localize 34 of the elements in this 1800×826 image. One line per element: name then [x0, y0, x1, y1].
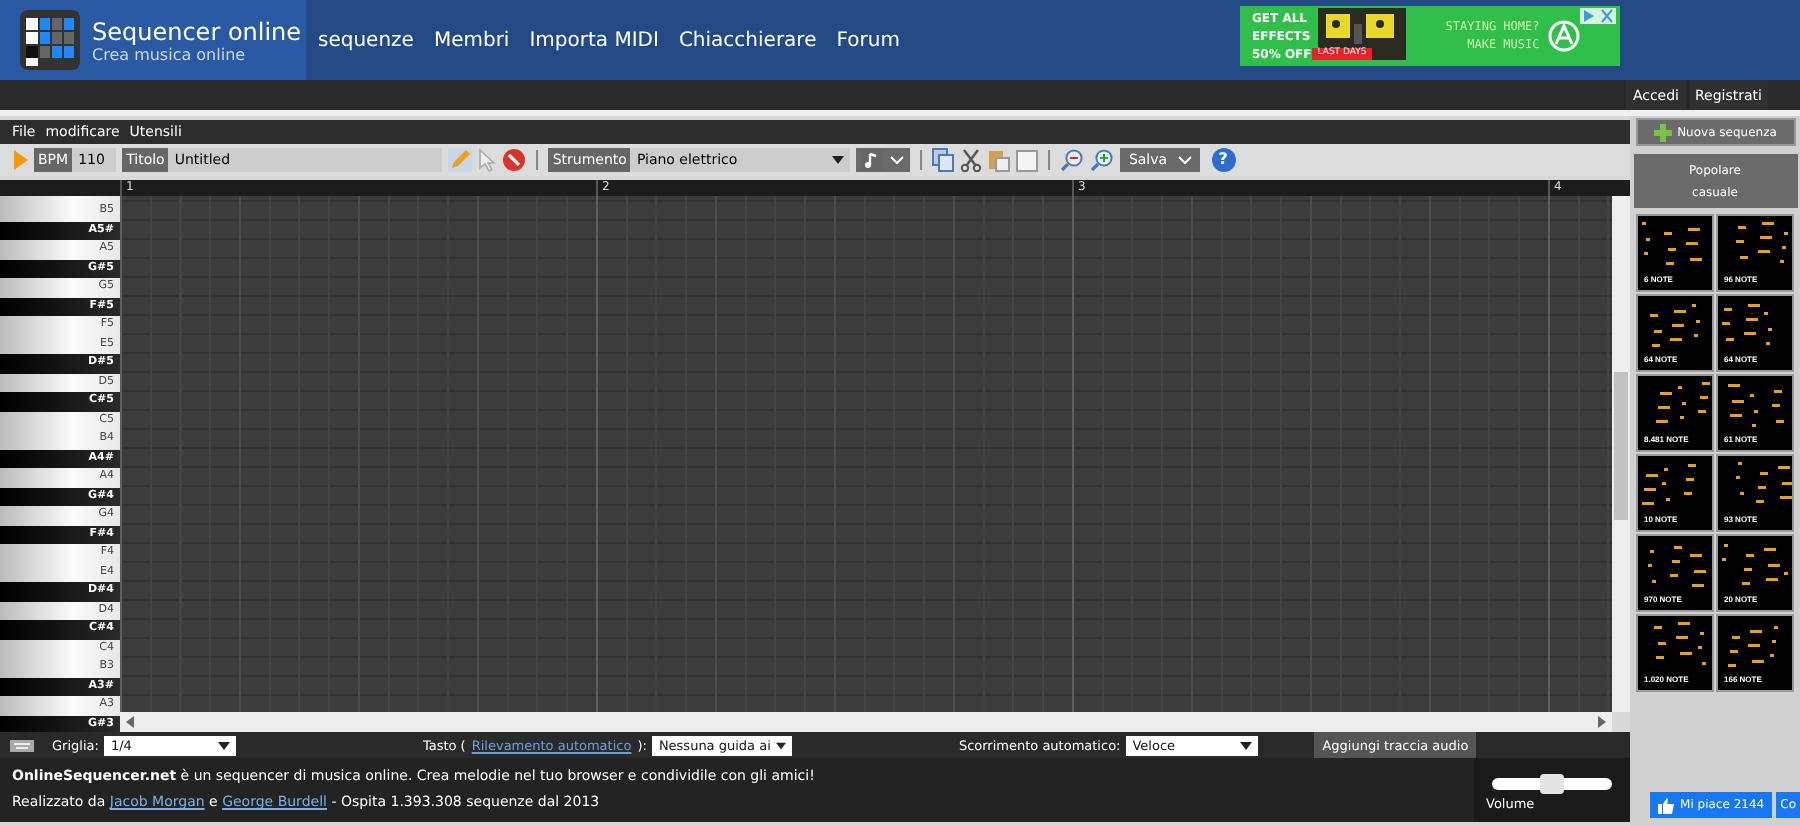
caret-icon: [1240, 741, 1253, 749]
nav-link[interactable]: Chiacchierare: [678, 29, 817, 51]
horizontal-scrollbar[interactable]: [120, 712, 1612, 732]
caret-icon: [832, 156, 845, 164]
thumbs-up-icon: [1658, 797, 1675, 813]
nav-link[interactable]: Forum: [836, 29, 900, 51]
scissors-icon[interactable]: [960, 148, 983, 172]
caret-icon: [218, 741, 231, 749]
square-icon[interactable]: [1016, 149, 1039, 171]
site-subtitle: Crea musica online: [92, 45, 248, 63]
ad-choices-icon[interactable]: [1580, 8, 1616, 24]
nav-link[interactable]: Membri: [433, 29, 510, 51]
plus-icon: [1653, 123, 1672, 141]
paste-icon[interactable]: [988, 148, 1011, 172]
cursor-icon[interactable]: [478, 148, 497, 172]
zoom-in-icon[interactable]: [1090, 148, 1115, 172]
nav-link[interactable]: sequenze: [318, 29, 414, 51]
left-arrow-icon[interactable]: [126, 716, 134, 728]
keyboard-icon[interactable]: [10, 739, 34, 751]
zoom-out-icon[interactable]: [1060, 148, 1085, 172]
right-arrow-icon[interactable]: [1598, 716, 1606, 728]
caret-icon: [776, 741, 787, 749]
circle-logo-icon: [1547, 20, 1580, 52]
nav-link[interactable]: Importa MIDI: [529, 29, 659, 51]
note-dropdown-button[interactable]: [856, 148, 911, 172]
copy-icon[interactable]: [932, 148, 955, 172]
stop-icon[interactable]: [502, 148, 527, 172]
volume-slider[interactable]: [1492, 777, 1612, 789]
vertical-scrollbar[interactable]: [1612, 196, 1630, 712]
site-title[interactable]: Sequencer online: [92, 17, 302, 45]
caret-icon: [1177, 156, 1192, 164]
logo-icon: [20, 10, 80, 70]
help-button[interactable]: ?: [1211, 148, 1236, 172]
caret-icon: [890, 156, 905, 164]
